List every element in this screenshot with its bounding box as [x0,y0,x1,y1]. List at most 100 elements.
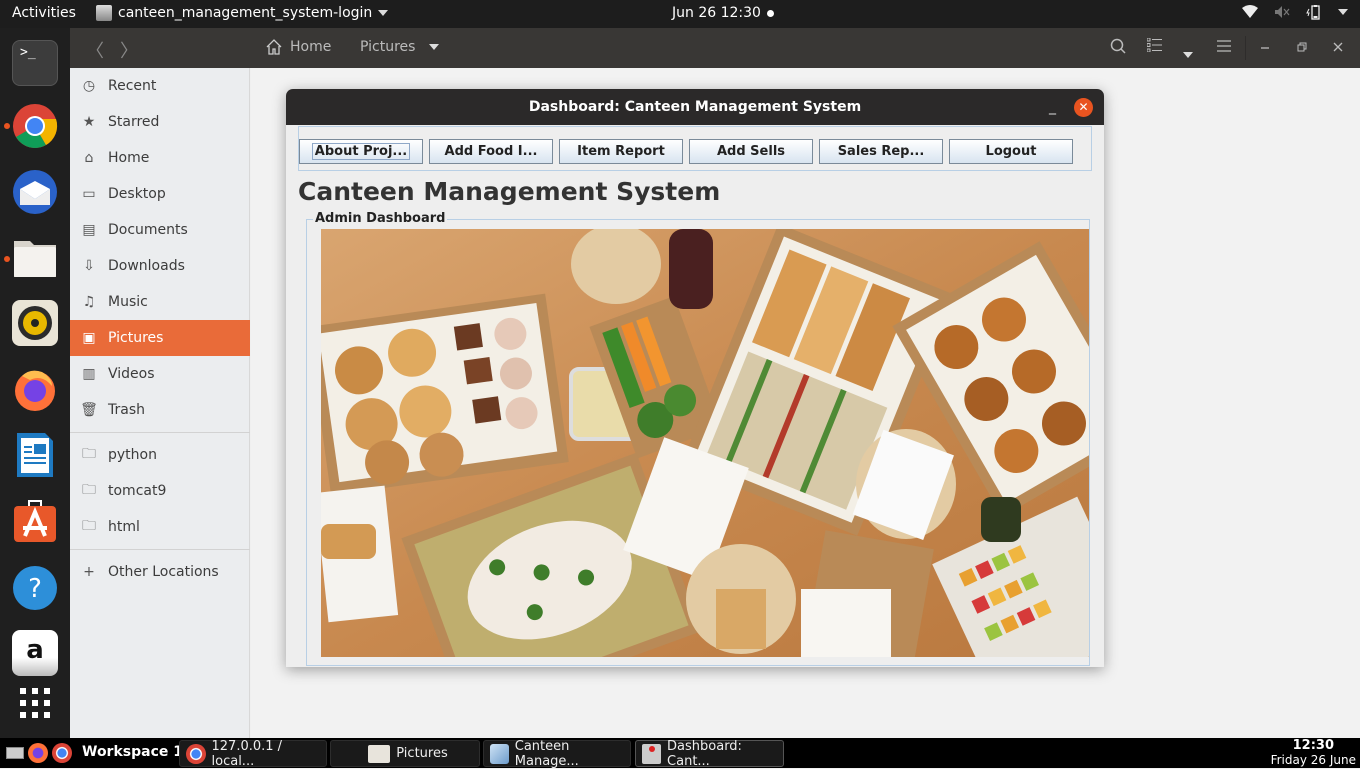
search-icon [1110,38,1126,54]
activities-button[interactable]: Activities [12,5,76,21]
task-label: 127.0.0.1 / local... [211,738,283,769]
logout-button[interactable]: Logout [949,139,1073,164]
sidebar-item-label: Trash [108,402,145,418]
sales-report-button[interactable]: Sales Rep... [819,139,943,164]
cookie-box [321,293,569,496]
forward-button[interactable]: 〉 [120,37,138,63]
dock-software[interactable] [12,498,58,544]
minimize-icon [1261,47,1269,49]
task-label: Canteen Manage... [514,738,579,769]
task-canteen-manager[interactable]: Canteen Manage... [483,738,631,769]
window-title: Dashboard: Canteen Management System [528,99,862,115]
workspace-label[interactable]: Workspace 1 [82,744,183,760]
breadcrumb-current-label: Pictures [360,39,416,55]
dock: >_ ? a [0,28,70,738]
button-label: Item Report [577,144,665,159]
dock-chrome[interactable] [12,103,58,149]
add-food-item-button[interactable]: Add Food I... [429,139,553,164]
breadcrumb-pictures[interactable]: Pictures [360,39,440,55]
folder-icon: 🗀 [82,518,96,534]
close-icon: ✕ [1078,100,1089,114]
cube-icon [490,743,509,764]
view-options-button[interactable] [1183,44,1193,62]
sidebar-item-downloads[interactable]: ⇩ Downloads [70,248,250,284]
dashboard-window: Dashboard: Canteen Management System _ ✕… [286,89,1104,667]
close-button[interactable]: ✕ [1074,98,1093,117]
minimize-button[interactable] [1260,36,1270,54]
show-applications-button[interactable] [12,680,58,726]
thunderbird-icon [13,170,57,214]
list-view-button[interactable] [1146,37,1163,56]
keyboard-indicator-icon[interactable] [6,747,24,759]
sidebar-separator [70,549,250,550]
help-icon: ? [13,566,57,610]
hamburger-icon [1217,40,1231,52]
dock-thunderbird[interactable] [12,169,58,215]
sidebar-item-other-locations[interactable]: + Other Locations [70,554,250,590]
folder-icon: 🗀 [82,482,96,498]
sidebar-item-python[interactable]: 🗀 python [70,437,250,473]
food-banner-image [321,229,1089,657]
grid-icon [20,688,50,718]
chrome-launcher-icon[interactable] [52,743,72,763]
sidebar-item-documents[interactable]: ▤ Documents [70,212,250,248]
dock-terminal[interactable]: >_ [12,40,58,86]
sidebar-item-html[interactable]: 🗀 html [70,509,250,545]
firefox-launcher-icon[interactable] [28,743,48,763]
chrome-icon [186,743,206,764]
breadcrumb-home-label: Home [290,39,332,55]
places-sidebar: ◷ Recent ★ Starred ⌂ Home ▭ Desktop ▤ Documen… [70,68,250,738]
restore-icon [1297,42,1307,52]
sidebar-item-label: tomcat9 [108,483,167,499]
item-report-button[interactable]: Item Report [559,139,683,164]
film-icon: ▥ [82,366,96,382]
about-project-button[interactable]: About Proj... [299,139,423,164]
task-chrome[interactable]: 127.0.0.1 / local... [179,738,327,769]
taskbar-date: Friday 26 June [1270,753,1356,767]
sidebar-item-music[interactable]: ♫ Music [70,284,250,320]
taskbar-time: 12:30 [1292,738,1334,753]
chrome-icon [13,104,58,148]
task-dashboard[interactable]: Dashboard: Cant... [635,739,784,769]
folder-icon [368,744,391,763]
menu-button[interactable] [1217,38,1231,56]
task-pictures[interactable]: Pictures [330,740,480,767]
dock-help[interactable]: ? [12,565,58,611]
dock-rhythmbox[interactable] [12,300,58,346]
dock-firefox[interactable] [12,366,58,412]
minimize-button[interactable]: _ [1049,89,1056,125]
list-view-icon [1146,37,1162,53]
sidebar-item-desktop[interactable]: ▭ Desktop [70,176,250,212]
download-icon: ⇩ [83,258,95,274]
window-titlebar[interactable]: Dashboard: Canteen Management System _ ✕ [286,89,1104,125]
system-tray[interactable] [1242,4,1348,20]
sidebar-item-tomcat9[interactable]: 🗀 tomcat9 [70,473,250,509]
document-icon: ▤ [82,222,96,238]
sidebar-item-recent[interactable]: ◷ Recent [70,68,250,104]
dock-amazon[interactable]: a [12,630,58,676]
clock-button[interactable]: Jun 26 12:30 [672,5,774,21]
admin-dashboard-panel: Admin Dashboard [306,211,1090,666]
close-button[interactable] [1333,38,1343,56]
app-menu[interactable]: canteen_management_system-login [96,5,389,21]
maximize-button[interactable] [1297,38,1307,56]
sidebar-item-starred[interactable]: ★ Starred [70,104,250,140]
firefox-icon [15,370,55,411]
button-label: Add Sells [716,144,786,159]
sidebar-item-pictures[interactable]: ▣ Pictures [70,320,250,356]
sidebar-item-trash[interactable]: 🗑 Trash [70,392,250,428]
running-indicator [4,256,10,262]
sidebar-item-videos[interactable]: ▥ Videos [70,356,250,392]
dock-files[interactable] [12,235,58,281]
close-icon [1333,42,1343,52]
battery-icon [1306,5,1320,20]
breadcrumb-home[interactable]: Home [266,39,331,55]
picture-icon: ▣ [82,330,96,346]
rhythmbox-icon [18,306,52,340]
back-button[interactable]: 〈 [86,37,104,63]
search-button[interactable] [1110,38,1126,58]
sidebar-item-home[interactable]: ⌂ Home [70,140,250,176]
chevron-down-icon [378,10,389,16]
add-sells-button[interactable]: Add Sells [689,139,813,164]
dock-writer[interactable] [12,432,58,478]
